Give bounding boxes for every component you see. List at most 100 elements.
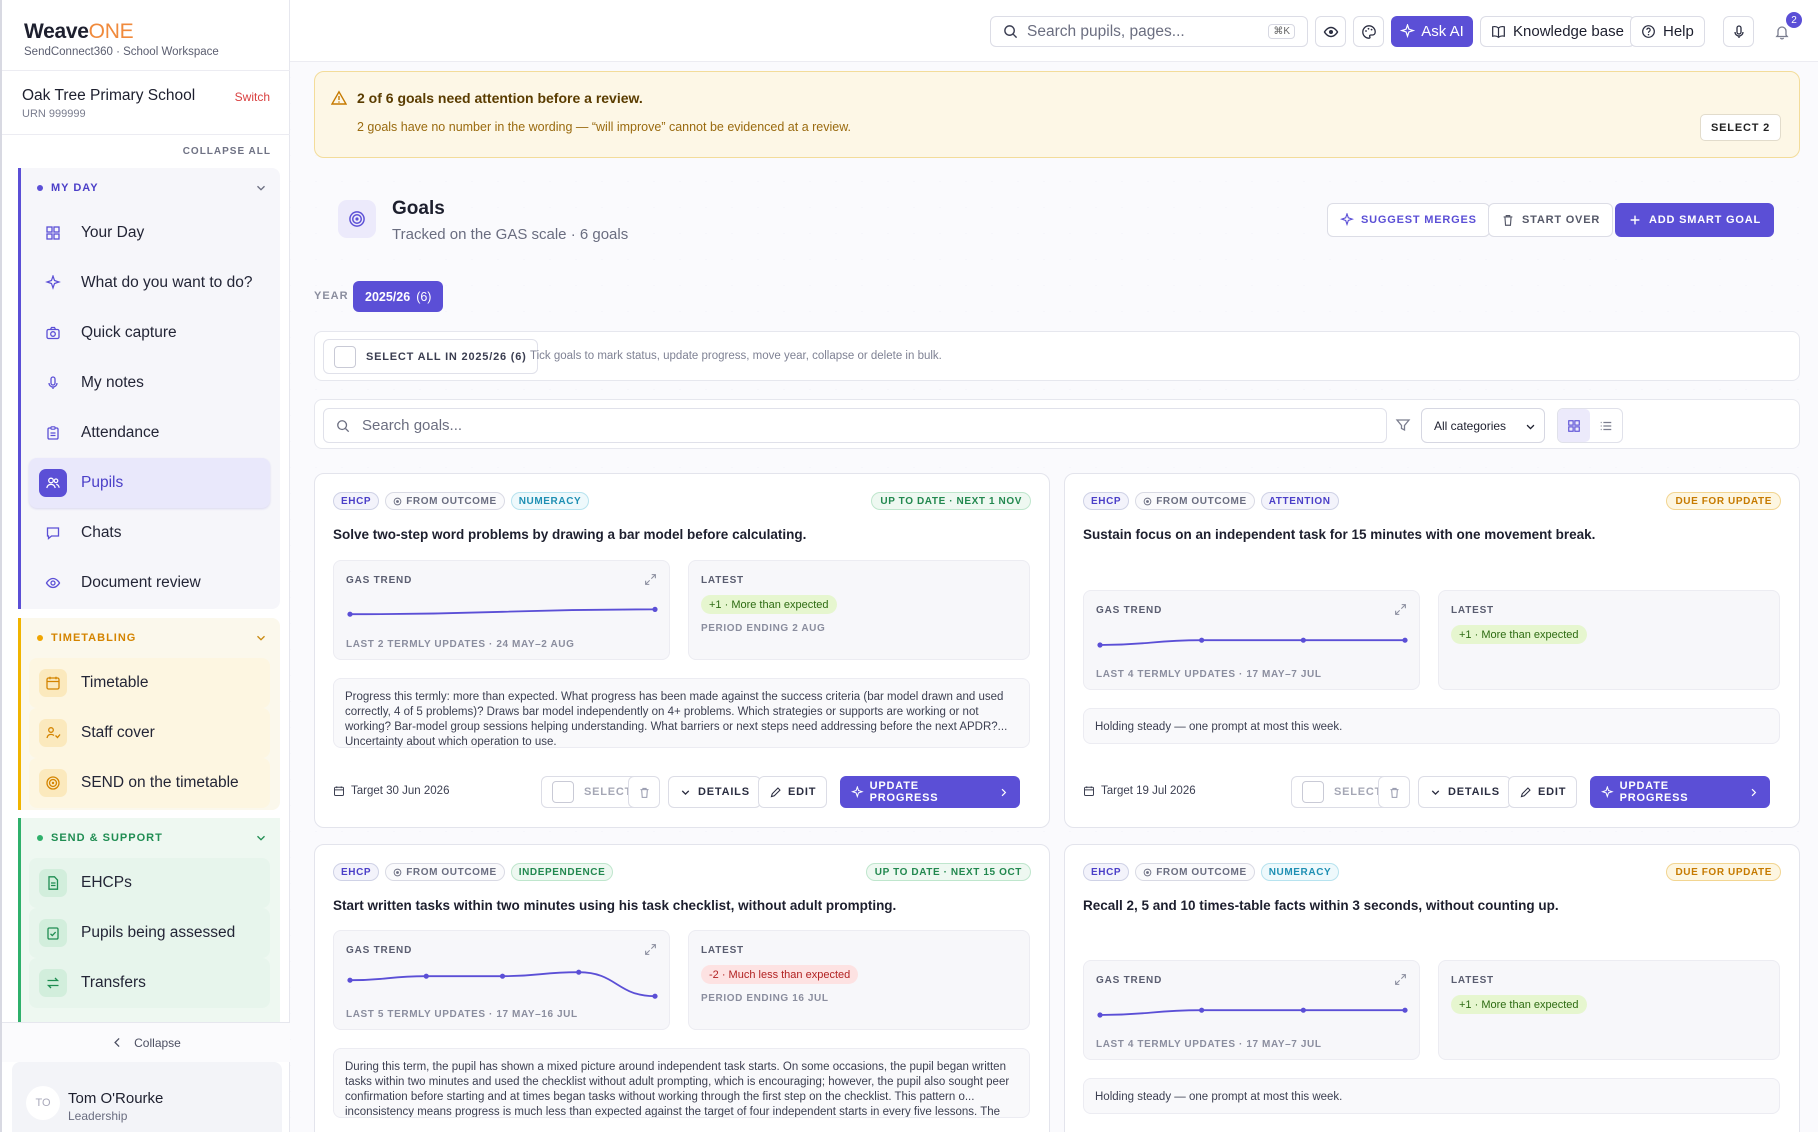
brand-logo[interactable]: WeaveONE bbox=[24, 20, 219, 44]
voice-button[interactable] bbox=[1723, 16, 1754, 47]
gas-trend-panel: GAS TREND LAST 4 TERMLY UPDATES · 17 MAY… bbox=[1083, 590, 1420, 690]
top-bar: Search pupils, pages... ⌘K Ask AI Knowle… bbox=[290, 0, 1818, 62]
section-my-day: MY DAY Your Day What do you want to do? … bbox=[18, 168, 280, 609]
tag-ehcp: EHCP bbox=[333, 492, 380, 510]
goal-search-input[interactable]: Search goals... bbox=[323, 408, 1387, 443]
update-progress-button[interactable]: UPDATE PROGRESS bbox=[840, 776, 1020, 808]
sparkle-icon bbox=[1340, 213, 1354, 227]
help-button[interactable]: Help bbox=[1630, 16, 1705, 47]
sparkle-icon bbox=[1601, 785, 1614, 798]
collapse-sidebar-button[interactable]: Collapse bbox=[2, 1022, 290, 1062]
user-profile[interactable]: TO Tom O'Rourke Leadership bbox=[12, 1062, 282, 1132]
sidebar-item-send-on-timetable[interactable]: SEND on the timetable bbox=[29, 758, 270, 808]
latest-panel: LATEST +1 · More than expected bbox=[1438, 960, 1780, 1060]
section-header-timetabling[interactable]: TIMETABLING bbox=[21, 618, 280, 658]
tag-category: NUMERACY bbox=[510, 492, 590, 510]
expand-icon[interactable] bbox=[644, 943, 657, 956]
target-icon bbox=[393, 497, 402, 505]
gas-trend-chart bbox=[1097, 1007, 1408, 1018]
sidebar-item-my-notes[interactable]: My notes bbox=[29, 358, 270, 408]
collapse-all-button[interactable]: COLLAPSE ALL bbox=[183, 146, 271, 157]
school-switcher: Oak Tree Primary School URN 999999 Switc… bbox=[2, 70, 290, 135]
tag-source: FROM OUTCOME bbox=[385, 863, 505, 881]
calendar-icon bbox=[334, 786, 344, 796]
ask-ai-button[interactable]: Ask AI bbox=[1391, 16, 1473, 47]
list-view-button[interactable] bbox=[1590, 409, 1622, 442]
sidebar-item-attendance[interactable]: Attendance bbox=[29, 408, 270, 458]
latest-score-badge: +1 · More than expected bbox=[701, 595, 837, 614]
sidebar-item-staff-cover[interactable]: Staff cover bbox=[29, 708, 270, 758]
sidebar-item-what-do-you-want[interactable]: What do you want to do? bbox=[29, 258, 270, 308]
sidebar-item-quick-capture[interactable]: Quick capture bbox=[29, 308, 270, 358]
pencil-icon bbox=[1520, 786, 1531, 797]
checkbox[interactable] bbox=[1302, 781, 1324, 803]
trend-point bbox=[1402, 1007, 1408, 1013]
theme-button[interactable] bbox=[1353, 16, 1384, 47]
sparkle-icon bbox=[1400, 24, 1416, 39]
tag-category: ATTENTION bbox=[1260, 492, 1339, 510]
goal-tags: EHCP FROM OUTCOME NUMERACY bbox=[1083, 863, 1340, 881]
sidebar-item-document-review[interactable]: Document review bbox=[29, 558, 270, 608]
section-header-my-day[interactable]: MY DAY bbox=[21, 168, 280, 208]
goal-title[interactable]: Solve two-step word problems by drawing … bbox=[333, 527, 806, 542]
chevron-down-icon bbox=[1526, 424, 1535, 430]
progress-note: During this term, the pupil has shown a … bbox=[333, 1048, 1030, 1118]
clipboard-icon bbox=[39, 419, 67, 447]
expand-icon[interactable] bbox=[1394, 973, 1407, 986]
school-name: Oak Tree Primary School bbox=[22, 87, 196, 104]
card-footer: Target 19 Jul 2026 SELECT DETAILS EDIT U… bbox=[1083, 776, 1780, 808]
goal-filter-bar: Search goals... All categories bbox=[314, 399, 1800, 449]
delete-goal-button[interactable] bbox=[1378, 776, 1410, 808]
trend-point bbox=[576, 969, 582, 975]
checkbox[interactable] bbox=[334, 345, 356, 368]
expand-icon[interactable] bbox=[644, 573, 657, 586]
goal-tags: EHCP FROM OUTCOME INDEPENDENCE bbox=[333, 863, 614, 881]
select-all-checkbox[interactable]: SELECT ALL IN 2025/26 (6) bbox=[323, 339, 538, 374]
expand-icon[interactable] bbox=[1394, 603, 1407, 616]
edit-button[interactable]: EDIT bbox=[758, 776, 828, 808]
alert-text: 2 goals have no number in the wording — … bbox=[357, 120, 852, 134]
details-button[interactable]: DETAILS bbox=[668, 776, 761, 808]
select-flagged-button[interactable]: SELECT 2 bbox=[1700, 114, 1781, 141]
trend-point bbox=[347, 977, 353, 983]
preview-button[interactable] bbox=[1315, 16, 1346, 47]
details-button[interactable]: DETAILS bbox=[1418, 776, 1511, 808]
trend-point bbox=[1300, 1007, 1306, 1013]
update-progress-button[interactable]: UPDATE PROGRESS bbox=[1590, 776, 1770, 808]
goal-card: EHCP FROM OUTCOME INDEPENDENCE UP TO DAT… bbox=[314, 844, 1050, 1132]
section-header-send-support[interactable]: SEND & SUPPORT bbox=[21, 818, 280, 858]
sidebar-item-transfers[interactable]: Transfers bbox=[29, 958, 270, 1008]
trend-point bbox=[347, 611, 353, 617]
checkbox[interactable] bbox=[552, 781, 574, 803]
suggest-merges-button[interactable]: SUGGEST MERGES bbox=[1327, 203, 1490, 237]
goal-title[interactable]: Recall 2, 5 and 10 times-table facts wit… bbox=[1083, 898, 1559, 913]
grid-icon bbox=[1568, 419, 1580, 432]
start-over-button[interactable]: START OVER bbox=[1488, 203, 1614, 237]
sidebar-item-ehcps[interactable]: EHCPs bbox=[29, 858, 270, 908]
category-select[interactable]: All categories bbox=[1421, 408, 1545, 443]
sidebar-item-chats[interactable]: Chats bbox=[29, 508, 270, 558]
grid-view-button[interactable] bbox=[1558, 409, 1590, 442]
knowledge-base-button[interactable]: Knowledge base bbox=[1480, 16, 1635, 47]
delete-goal-button[interactable] bbox=[628, 776, 660, 808]
trend-point bbox=[1097, 1012, 1103, 1018]
progress-note: Progress this termly: more than expected… bbox=[333, 678, 1030, 748]
trend-point bbox=[1199, 637, 1205, 643]
global-search-input[interactable]: Search pupils, pages... ⌘K bbox=[990, 16, 1308, 47]
avatar: TO bbox=[26, 1086, 60, 1120]
chevron-down-icon bbox=[1431, 789, 1440, 795]
add-smart-goal-button[interactable]: ADD SMART GOAL bbox=[1615, 203, 1775, 237]
sidebar-item-timetable[interactable]: Timetable bbox=[29, 658, 270, 708]
goal-title[interactable]: Sustain focus on an independent task for… bbox=[1083, 527, 1595, 542]
switch-school-link[interactable]: Switch bbox=[235, 90, 270, 104]
year-tab-2025-26[interactable]: 2025/26 (6) bbox=[353, 281, 444, 312]
sidebar-item-your-day[interactable]: Your Day bbox=[29, 208, 270, 258]
clipboard-check-icon bbox=[39, 919, 67, 947]
sidebar-item-pupils[interactable]: Pupils bbox=[29, 458, 270, 508]
edit-button[interactable]: EDIT bbox=[1508, 776, 1578, 808]
calendar-icon bbox=[39, 669, 67, 697]
notification-count-badge: 2 bbox=[1786, 12, 1802, 28]
user-name: Tom O'Rourke bbox=[68, 1090, 164, 1107]
sidebar-item-pupils-being-assessed[interactable]: Pupils being assessed bbox=[29, 908, 270, 958]
goal-title[interactable]: Start written tasks within two minutes u… bbox=[333, 898, 896, 913]
